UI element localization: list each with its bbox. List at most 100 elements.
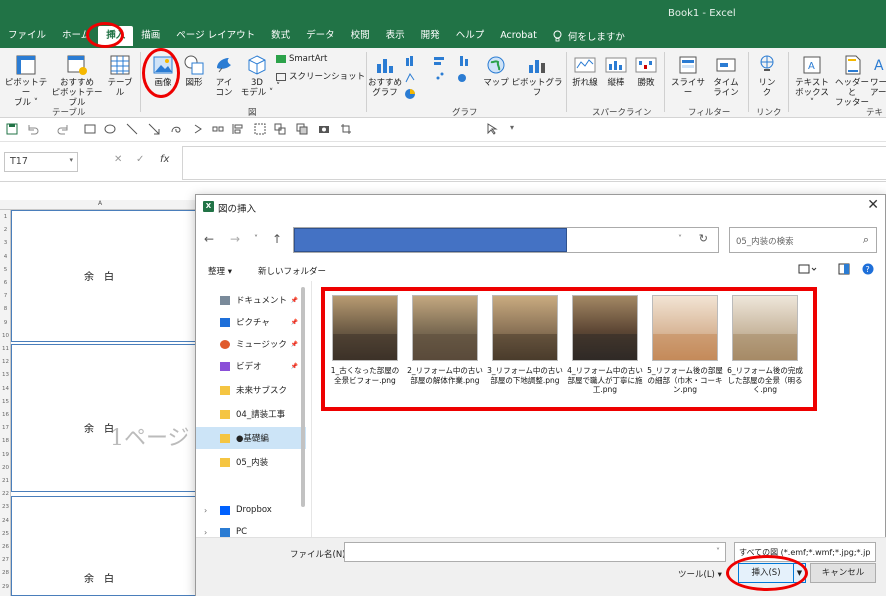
row-number[interactable]: 19 (0, 452, 11, 458)
sparkline-winloss-button[interactable]: 勝敗 (632, 54, 660, 88)
shapes-button[interactable]: 図形 (180, 54, 208, 88)
row-number[interactable]: 26 (0, 544, 11, 550)
nav-item[interactable]: 未来サブスク (196, 379, 306, 401)
tab-draw[interactable]: 描画 (133, 26, 168, 46)
nav-item[interactable]: › Dropbox (196, 499, 306, 521)
crop-icon[interactable] (340, 123, 352, 135)
row-number[interactable]: 16 (0, 412, 11, 418)
line-icon[interactable] (126, 123, 138, 135)
row-number[interactable]: 28 (0, 570, 11, 576)
nav-item[interactable]: ピクチャ 📌 (196, 311, 306, 333)
row-number[interactable]: 5 (0, 267, 11, 273)
row-number[interactable]: 9 (0, 320, 11, 326)
file-item[interactable]: 2_リフォーム中の古い部屋の解体作業.png (407, 295, 483, 385)
recommended-pivot-button[interactable]: おすすめ ピボットテーブル (48, 54, 106, 108)
help-icon[interactable]: ? (862, 263, 874, 275)
file-item[interactable]: 6_リフォーム後の完成した部屋の全景（明るく.png (727, 295, 803, 395)
row-number[interactable]: 2 (0, 227, 11, 233)
3d-models-button[interactable]: 3D モデル ˅ (240, 54, 274, 98)
pivot-table-button[interactable]: ピボットテー ブル ˅ (4, 54, 48, 108)
chevron-right-icon[interactable]: › (204, 528, 207, 537)
cancel-formula-icon[interactable]: ✕ (114, 154, 122, 165)
tab-file[interactable]: ファイル (0, 26, 54, 46)
screenshot-button[interactable]: スクリーンショット ˅ (276, 72, 368, 92)
recommended-charts-button[interactable]: おすすめ グラフ (368, 54, 402, 98)
group-icon[interactable] (254, 123, 266, 135)
row-number[interactable]: 24 (0, 518, 11, 524)
row-number[interactable]: 4 (0, 254, 11, 260)
name-box[interactable]: T17 ▾ (4, 152, 78, 172)
row-number[interactable]: 15 (0, 399, 11, 405)
tab-data[interactable]: データ (298, 26, 343, 46)
file-name-input[interactable]: ˅ (344, 542, 726, 562)
tab-formulas[interactable]: 数式 (263, 26, 298, 46)
view-options-icon[interactable] (798, 263, 818, 275)
wordart-button[interactable]: A ワー アー (870, 54, 886, 98)
row-number[interactable]: 18 (0, 438, 11, 444)
tell-me-search[interactable]: 何をしますか (553, 29, 625, 43)
row-number[interactable]: 7 (0, 293, 11, 299)
forward-arrow-icon[interactable]: → (230, 232, 240, 246)
row-number[interactable]: 27 (0, 557, 11, 563)
chevron-down-icon[interactable]: ˅ (678, 234, 682, 243)
pivot-chart-button[interactable]: ピボットグラフ (510, 54, 564, 98)
file-item[interactable]: 4_リフォーム中の古い部屋で職人が丁寧に施工.png (567, 295, 643, 395)
row-number[interactable]: 14 (0, 386, 11, 392)
tab-help[interactable]: ヘルプ (448, 26, 493, 46)
row-number[interactable]: 23 (0, 504, 11, 510)
cancel-button[interactable]: キャンセル (810, 563, 876, 583)
nav-item[interactable]: 04_請装工事 (196, 403, 306, 425)
tools-button[interactable]: ツール(L) ▾ (678, 568, 722, 580)
nav-item[interactable]: ドキュメント 📌 (196, 289, 306, 311)
close-icon[interactable]: ✕ (867, 197, 879, 213)
table-button[interactable]: テーブル (104, 54, 136, 98)
refresh-icon[interactable]: ↻ (699, 232, 708, 245)
row-number[interactable]: 11 (0, 346, 11, 352)
file-item[interactable]: 5_リフォーム後の部屋の細部（巾木・コーキン.png (647, 295, 723, 395)
row-number[interactable]: 13 (0, 372, 11, 378)
row-number[interactable]: 6 (0, 280, 11, 286)
tab-acrobat[interactable]: Acrobat (492, 26, 545, 46)
camera-icon[interactable] (318, 123, 330, 135)
row-number[interactable]: 10 (0, 333, 11, 339)
tab-view[interactable]: 表示 (378, 26, 413, 46)
file-item[interactable]: 1_古くなった部屋の全景ビフォー.png (327, 295, 403, 385)
nav-item[interactable]: ●基礎編 (196, 427, 306, 449)
new-folder-button[interactable]: 新しいフォルダー (258, 265, 326, 277)
chevron-shape-icon[interactable] (192, 123, 204, 135)
column-header-a[interactable]: A (0, 200, 200, 210)
bring-forward-icon[interactable] (296, 123, 308, 135)
slicer-button[interactable]: スライサー (668, 54, 708, 98)
nav-scrollbar[interactable] (300, 287, 306, 527)
preview-pane-icon[interactable] (838, 263, 850, 275)
tab-page-layout[interactable]: ページ レイアウト (168, 26, 263, 46)
redo-icon[interactable] (56, 123, 70, 135)
row-number[interactable]: 8 (0, 306, 11, 312)
nav-item[interactable]: 05_内装 (196, 451, 306, 473)
row-number[interactable]: 25 (0, 531, 11, 537)
header-footer-button[interactable]: ヘッダーと フッター (832, 54, 872, 108)
row-number[interactable]: 29 (0, 584, 11, 590)
search-input[interactable]: 05_内装の検索 ⌕ (729, 227, 877, 253)
chart-types-gallery[interactable] (404, 54, 480, 102)
row-number[interactable]: 17 (0, 425, 11, 431)
rectangle-icon[interactable] (84, 123, 96, 135)
tab-review[interactable]: 校閲 (343, 26, 378, 46)
row-number[interactable]: 1 (0, 214, 11, 220)
row-number[interactable]: 12 (0, 359, 11, 365)
up-arrow-icon[interactable]: ↑ (272, 232, 282, 246)
sparkline-column-button[interactable]: 縦棒 (602, 54, 630, 88)
oval-icon[interactable] (104, 123, 116, 135)
freeform-icon[interactable] (170, 123, 182, 135)
timeline-button[interactable]: タイム ライン (710, 54, 742, 98)
back-arrow-icon[interactable]: ← (204, 232, 214, 246)
enter-formula-icon[interactable]: ✓ (136, 154, 144, 165)
worksheet[interactable]: A 1 2 3 4 5 6 7 8 9 10 11 12 13 14 15 16 17 18 19 20 21 22 23 2… (0, 182, 200, 596)
arrow-line-icon[interactable] (148, 123, 160, 135)
link-button[interactable]: リン ク (752, 54, 782, 98)
icons-button[interactable]: アイ コン (210, 54, 238, 98)
distribute-icon[interactable] (212, 123, 224, 135)
nav-item[interactable]: › PC (196, 521, 306, 537)
tab-developer[interactable]: 開発 (413, 26, 448, 46)
qat-more-icon[interactable]: ▾ (510, 123, 514, 132)
